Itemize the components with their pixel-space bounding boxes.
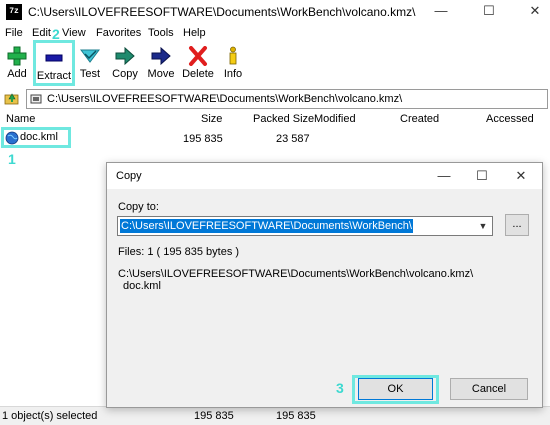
status-size: 195 835 [194,410,234,422]
window-title: C:\Users\ILOVEFREESOFTWARE\Documents\Wor… [28,5,416,19]
delete-button[interactable]: Delete [181,42,215,84]
copy-to-label: Copy to: [118,201,159,213]
move-arrow-icon [151,46,171,66]
plus-icon [7,46,27,66]
dialog-maximize-button[interactable]: ☐ [463,163,501,189]
address-field[interactable]: C:\Users\ILOVEFREESOFTWARE\Documents\Wor… [26,89,548,109]
menu-file[interactable]: File [5,27,23,39]
menu-help[interactable]: Help [183,27,206,39]
extract-button[interactable]: Extract [33,40,75,86]
source-path: C:\Users\ILOVEFREESOFTWARE\Documents\Wor… [118,268,474,280]
dialog-minimize-button[interactable]: — [425,163,463,189]
copy-button[interactable]: Copy [110,42,140,84]
column-accessed[interactable]: Accessed [486,113,534,125]
minimize-button[interactable]: — [418,0,464,24]
status-packed: 195 835 [276,410,316,422]
file-size: 195 835 [183,133,223,145]
status-selected: 1 object(s) selected [2,410,98,422]
delete-x-icon [189,46,207,66]
source-file: doc.kml [123,280,161,292]
test-check-icon [80,49,100,63]
column-size[interactable]: Size [201,113,222,125]
add-label: Add [7,68,27,80]
minus-icon [45,54,63,62]
move-label: Move [147,68,175,80]
file-name: doc.kml [20,131,58,143]
info-label: Info [223,68,243,80]
extract-label: Extract [36,70,72,82]
menu-tools[interactable]: Tools [148,27,174,39]
move-button[interactable]: Move [145,42,177,84]
folder-up-icon[interactable] [4,90,20,106]
info-icon [229,46,237,65]
copy-to-value: C:\Users\ILOVEFREESOFTWARE\Documents\Wor… [120,219,413,233]
column-name[interactable]: Name [6,113,35,125]
annotation-1: 1 [8,151,16,167]
menu-favorites[interactable]: Favorites [96,27,141,39]
address-row: C:\Users\ILOVEFREESOFTWARE\Documents\Wor… [0,87,550,111]
browse-button[interactable]: ... [505,214,529,236]
app-icon: 7z [6,4,22,20]
info-button[interactable]: Info [220,42,246,84]
delete-label: Delete [182,68,214,80]
file-packed-size: 23 587 [276,133,310,145]
address-path: C:\Users\ILOVEFREESOFTWARE\Documents\Wor… [47,93,403,105]
menu-view[interactable]: View [62,27,86,39]
column-packed-size[interactable]: Packed Size [253,113,314,125]
cancel-button[interactable]: Cancel [450,378,528,400]
menu-bar: File Edit View Favorites Tools Help [0,25,550,43]
menu-edit[interactable]: Edit [32,27,51,39]
dialog-title-bar: Copy — ☐ ✕ [107,163,542,189]
annotation-2: 2 [52,26,60,42]
files-info: Files: 1 ( 195 835 bytes ) [118,246,240,258]
copy-label: Copy [112,68,138,80]
column-created[interactable]: Created [400,113,439,125]
add-button[interactable]: Add [2,42,32,84]
copy-to-combobox[interactable]: C:\Users\ILOVEFREESOFTWARE\Documents\Wor… [117,216,493,236]
test-label: Test [79,68,101,80]
chevron-down-icon[interactable]: ▼ [476,219,490,233]
globe-file-icon [5,131,19,145]
close-button[interactable]: ✕ [512,0,550,24]
status-bar: 1 object(s) selected 195 835 195 835 [0,406,550,425]
maximize-button[interactable]: ☐ [466,0,512,24]
drive-icon [30,94,42,104]
dialog-title: Copy [116,170,142,182]
title-bar: 7z C:\Users\ILOVEFREESOFTWARE\Documents\… [0,0,550,24]
dialog-close-button[interactable]: ✕ [502,163,540,189]
copy-arrow-icon [115,46,135,66]
toolbar: Add Extract Test Copy Move Delete Info [0,40,550,86]
copy-dialog: Copy — ☐ ✕ Copy to: C:\Users\ILOVEFREESO… [106,162,543,408]
test-button[interactable]: Test [77,42,103,84]
table-row[interactable]: doc.kml 195 835 23 587 [0,127,550,148]
annotation-3: 3 [336,380,344,396]
column-modified[interactable]: Modified [314,113,356,125]
ok-button[interactable]: OK [358,378,433,400]
